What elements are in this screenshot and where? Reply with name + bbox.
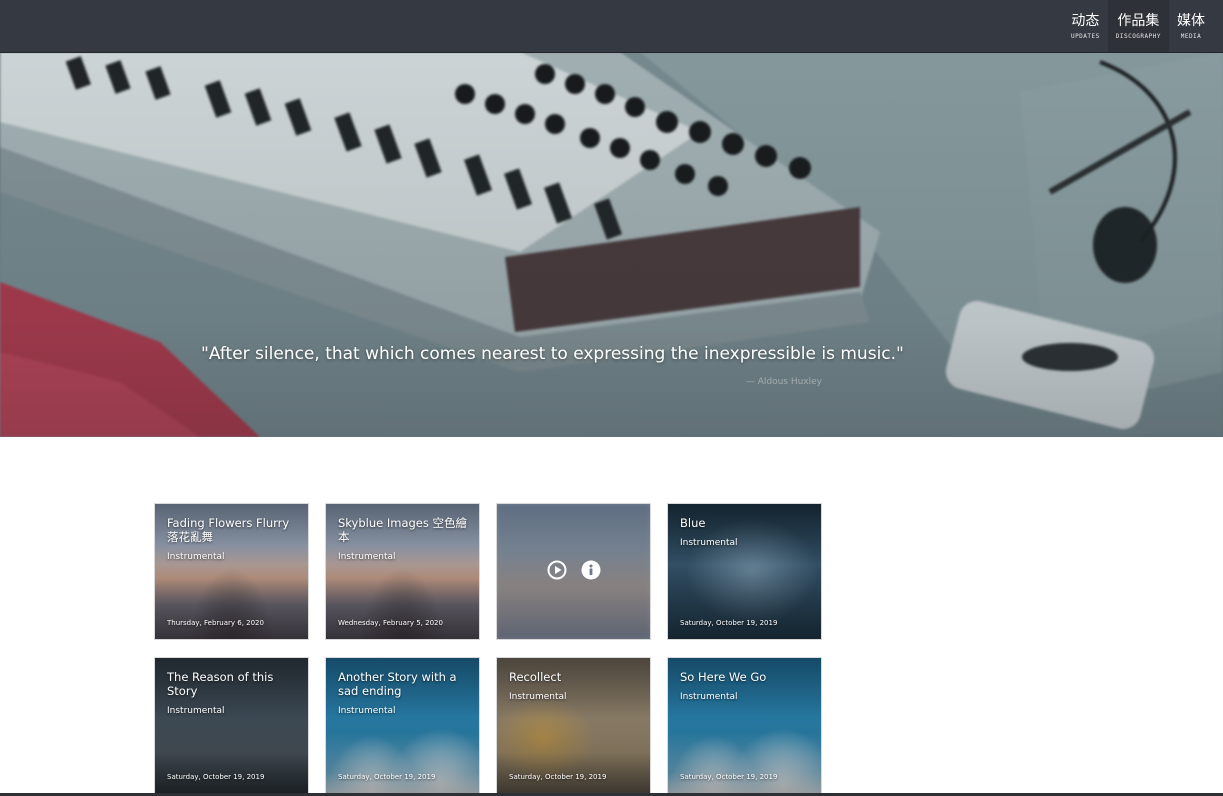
main-nav: 动态 UPDATES 作品集 DISCOGRAPHY 媒体 MEDIA: [1063, 0, 1213, 52]
album-genre: Instrumental: [167, 552, 225, 562]
album-title-text: So Here We Go: [680, 670, 767, 684]
play-circle-icon[interactable]: [547, 560, 567, 580]
hero-quote-author: — Aldous Huxley: [745, 377, 822, 387]
album-date: Saturday, October 19, 2019: [338, 773, 436, 781]
nav-discography[interactable]: 作品集 DISCOGRAPHY: [1107, 0, 1169, 52]
album-title-text: Skyblue Images 空色繪本: [338, 516, 468, 544]
album-date: Saturday, October 19, 2019: [680, 773, 778, 781]
album-genre: Instrumental: [680, 538, 738, 548]
album-card[interactable]: So Here We Go Instrumental Saturday, Oct…: [668, 658, 821, 793]
nav-updates-sublabel: UPDATES: [1070, 32, 1100, 40]
album-title: Blue Instrumental: [680, 516, 811, 549]
album-grid: Fading Flowers Flurry 落花亂舞 Instrumental …: [155, 504, 823, 793]
album-title-text: Recollect: [509, 670, 562, 684]
album-card[interactable]: The Reason of this Story Instrumental Sa…: [155, 658, 308, 793]
album-title: Skyblue Images 空色繪本 Instrumental: [338, 516, 469, 563]
album-card-hovered[interactable]: [497, 504, 650, 639]
album-genre: Instrumental: [167, 706, 225, 716]
album-title-text: Fading Flowers Flurry 落花亂舞: [167, 516, 290, 544]
album-title: So Here We Go Instrumental: [680, 670, 811, 703]
hero-shade: [0, 52, 1223, 437]
album-card[interactable]: Recollect Instrumental Saturday, October…: [497, 658, 650, 793]
album-title: The Reason of this Story Instrumental: [167, 670, 298, 717]
album-date: Saturday, October 19, 2019: [167, 773, 265, 781]
nav-discography-label: 作品集: [1117, 12, 1160, 29]
album-title: Another Story with a sad ending Instrume…: [338, 670, 469, 717]
hero-banner: "After silence, that which comes nearest…: [0, 52, 1223, 437]
album-date: Saturday, October 19, 2019: [509, 773, 607, 781]
top-navbar: 动态 UPDATES 作品集 DISCOGRAPHY 媒体 MEDIA: [0, 0, 1223, 53]
album-title: Fading Flowers Flurry 落花亂舞 Instrumental: [167, 516, 298, 563]
album-title-text: Another Story with a sad ending: [338, 670, 457, 698]
nav-media[interactable]: 媒体 MEDIA: [1169, 0, 1213, 52]
album-card[interactable]: Another Story with a sad ending Instrume…: [326, 658, 479, 793]
nav-media-label: 媒体: [1177, 12, 1205, 29]
album-genre: Instrumental: [338, 552, 396, 562]
album-date: Wednesday, February 5, 2020: [338, 619, 443, 627]
album-title: Recollect Instrumental: [509, 670, 640, 703]
album-title-text: Blue: [680, 516, 706, 530]
album-card[interactable]: Skyblue Images 空色繪本 Instrumental Wednesd…: [326, 504, 479, 639]
album-genre: Instrumental: [680, 692, 738, 702]
album-genre: Instrumental: [509, 692, 567, 702]
nav-discography-sublabel: DISCOGRAPHY: [1115, 32, 1161, 40]
album-card[interactable]: Fading Flowers Flurry 落花亂舞 Instrumental …: [155, 504, 308, 639]
album-date: Thursday, February 6, 2020: [167, 619, 264, 627]
nav-updates-label: 动态: [1071, 12, 1100, 29]
hero-quote: "After silence, that which comes nearest…: [201, 344, 904, 364]
album-date: Saturday, October 19, 2019: [680, 619, 778, 627]
info-circle-icon[interactable]: [581, 560, 601, 580]
album-actions: [497, 560, 650, 580]
album-title-text: The Reason of this Story: [167, 670, 274, 698]
nav-media-sublabel: MEDIA: [1180, 32, 1202, 40]
album-genre: Instrumental: [338, 706, 396, 716]
album-card[interactable]: Blue Instrumental Saturday, October 19, …: [668, 504, 821, 639]
nav-updates[interactable]: 动态 UPDATES: [1063, 0, 1108, 52]
